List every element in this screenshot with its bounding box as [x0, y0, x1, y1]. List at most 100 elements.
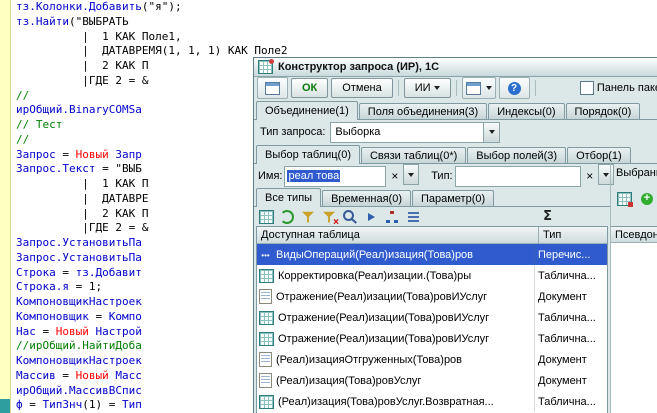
- table-row[interactable]: Отражение(Реал)изации(Това)ровИУслугТабл…: [257, 307, 607, 328]
- table-row[interactable]: (Реал)изация(Това)ровУслуг.Возвратная...…: [257, 391, 607, 412]
- union-tabs-strip: Объединение(1)Поля объединения(3)Индексы…: [254, 100, 657, 120]
- table-type: Документ: [534, 349, 607, 370]
- help-icon: ?: [508, 82, 521, 95]
- save-query-split-button[interactable]: [462, 77, 496, 99]
- table-name-cell: Отражение(Реал)изации(Това)ровИУслуг: [257, 307, 534, 328]
- available-tables-header: Доступная таблица Тип: [257, 227, 607, 244]
- dialog-toolbar: ОК Отмена ИИ ? Панель паке: [254, 76, 657, 100]
- hierarchy-button[interactable]: [382, 208, 402, 226]
- filters-row: Имя: реал това × Тип: ×: [254, 164, 618, 188]
- table-name: (Реал)изация(Това)ровУслуг: [276, 375, 421, 387]
- selected-settings-button[interactable]: [614, 190, 634, 208]
- list-button[interactable]: [403, 208, 423, 226]
- table-type: Таблична...: [534, 391, 607, 412]
- table-type: Документ: [534, 370, 607, 391]
- column-header-type[interactable]: Тип: [539, 227, 607, 244]
- tab-union-0[interactable]: Объединение(1): [256, 101, 358, 120]
- table-name-cell: ВидыОпераций(Реал)изация(Това)ров: [257, 244, 534, 265]
- arrow-icon: [368, 213, 375, 221]
- table-row[interactable]: (Реал)изация(Това)ровУслуг Документ: [257, 370, 607, 391]
- tab-tables-3[interactable]: Отбор(1): [567, 147, 631, 164]
- tab-union-2[interactable]: Индексы(0): [488, 103, 564, 120]
- clear-filter-button[interactable]: ×: [319, 208, 339, 226]
- gutter-marker: [0, 399, 10, 413]
- background-window: [150, 57, 260, 413]
- search-icon: [343, 210, 354, 221]
- plus-icon: [641, 193, 653, 205]
- code-line: тз.Колонки.Добавить("я");: [11, 0, 657, 15]
- filter-icon: [302, 211, 314, 223]
- refresh-button[interactable]: [277, 208, 297, 226]
- tab-tables-1[interactable]: Связи таблиц(0*): [361, 147, 466, 164]
- tables-tabs-strip: Выбор таблиц(0)Связи таблиц(0*)Выбор пол…: [254, 144, 657, 164]
- selected-tables-list[interactable]: [611, 243, 657, 413]
- query-type-combo[interactable]: Выборка: [330, 122, 500, 143]
- selected-tables-label: Выбранн: [616, 167, 657, 179]
- grid-icon: [259, 395, 274, 409]
- type-filter-label: Тип:: [431, 170, 452, 182]
- toolbar-separator: [456, 80, 457, 96]
- ok-button[interactable]: ОК: [291, 78, 328, 98]
- add-table-button[interactable]: [637, 190, 657, 208]
- table-name: (Реал)изацияОтгруженных(Това)ров: [276, 354, 462, 366]
- dialog-titlebar[interactable]: Конструктор запроса (ИР), 1С: [254, 58, 657, 77]
- table-row[interactable]: Корректировка(Реал)изации.(Това)рыТаблич…: [257, 265, 607, 286]
- available-tables-body: ВидыОпераций(Реал)изация(Това)ров Перечис…: [257, 244, 607, 412]
- table-name: ВидыОпераций(Реал)изация(Това)ров: [276, 249, 473, 261]
- table-name-cell: (Реал)изация(Това)ровУслуг: [257, 370, 534, 391]
- tab-type-0[interactable]: Все типы: [256, 188, 321, 207]
- table-row[interactable]: (Реал)изацияОтгруженных(Това)ров Документ: [257, 349, 607, 370]
- help-button[interactable]: ?: [499, 77, 530, 99]
- filter-button[interactable]: [298, 208, 318, 226]
- tab-type-1[interactable]: Временная(0): [322, 190, 411, 207]
- query-constructor-dialog: Конструктор запроса (ИР), 1С ОК Отмена И…: [253, 57, 657, 413]
- sum-icon[interactable]: Σ: [543, 209, 552, 224]
- column-header-table[interactable]: Доступная таблица: [257, 227, 539, 244]
- form-settings-button[interactable]: [257, 77, 288, 99]
- toolbar-separator: [398, 80, 399, 96]
- tab-type-2[interactable]: Параметр(0): [412, 190, 494, 207]
- table-type: Таблична...: [534, 265, 607, 286]
- table-row[interactable]: Отражение(Реал)изации(Това)ровИУслугТабл…: [257, 328, 607, 349]
- name-dropdown-button[interactable]: [403, 164, 419, 185]
- tab-union-1[interactable]: Поля объединения(3): [359, 103, 487, 120]
- alias-column-header[interactable]: Псевдон: [611, 226, 657, 243]
- name-filter-input[interactable]: реал това: [284, 166, 386, 187]
- doc-icon: [259, 373, 272, 388]
- packet-panel-label: Панель паке: [597, 82, 657, 94]
- selected-tables-toolbar: [614, 190, 657, 208]
- table-name-cell: (Реал)изацияОтгруженных(Това)ров: [257, 349, 534, 370]
- dialog-title: Конструктор запроса (ИР), 1С: [278, 61, 439, 73]
- tab-union-3[interactable]: Порядок(0): [566, 103, 641, 120]
- refresh-icon: [280, 210, 294, 224]
- name-clear-button[interactable]: ×: [388, 167, 401, 186]
- table-row[interactable]: ВидыОпераций(Реал)изация(Това)ров Перечис…: [257, 244, 607, 265]
- find-button[interactable]: [340, 208, 360, 226]
- view-settings-button[interactable]: [256, 208, 276, 226]
- type-clear-button[interactable]: ×: [583, 167, 596, 186]
- move-button[interactable]: [361, 208, 381, 226]
- selected-tables-panel: Выбранн Псевдон: [610, 164, 657, 413]
- doc-icon: [259, 352, 272, 367]
- tab-tables-2[interactable]: Выбор полей(3): [467, 147, 566, 164]
- window-icon: [466, 82, 481, 95]
- query-constructor-icon: [258, 60, 273, 74]
- type-filter-combo[interactable]: [455, 166, 582, 187]
- ii-menu-button[interactable]: ИИ: [404, 78, 451, 98]
- cancel-button[interactable]: Отмена: [331, 78, 392, 98]
- name-filter-selected-text: реал това: [287, 170, 340, 182]
- table-row[interactable]: Отражение(Реал)изации(Това)ровИУслугДоку…: [257, 286, 607, 307]
- ii-menu-label: ИИ: [415, 82, 431, 94]
- toolbar-separator: [535, 80, 536, 96]
- designer-screen: тз.Колонки.Добавить("я");тз.Найти("ВЫБРА…: [0, 0, 657, 413]
- grid-icon: [259, 311, 274, 325]
- code-line: | 1 КАК Поле1,: [11, 30, 657, 45]
- table-type: Перечис...: [534, 244, 607, 265]
- form-icon: [265, 82, 280, 95]
- chevron-down-icon[interactable]: [483, 123, 499, 142]
- editor-gutter: [0, 0, 11, 413]
- packet-panel-checkbox[interactable]: [580, 81, 594, 95]
- table-name-cell: Отражение(Реал)изации(Това)ровИУслуг: [257, 328, 534, 349]
- tab-tables-0[interactable]: Выбор таблиц(0): [256, 145, 360, 164]
- list-icon: [408, 212, 419, 222]
